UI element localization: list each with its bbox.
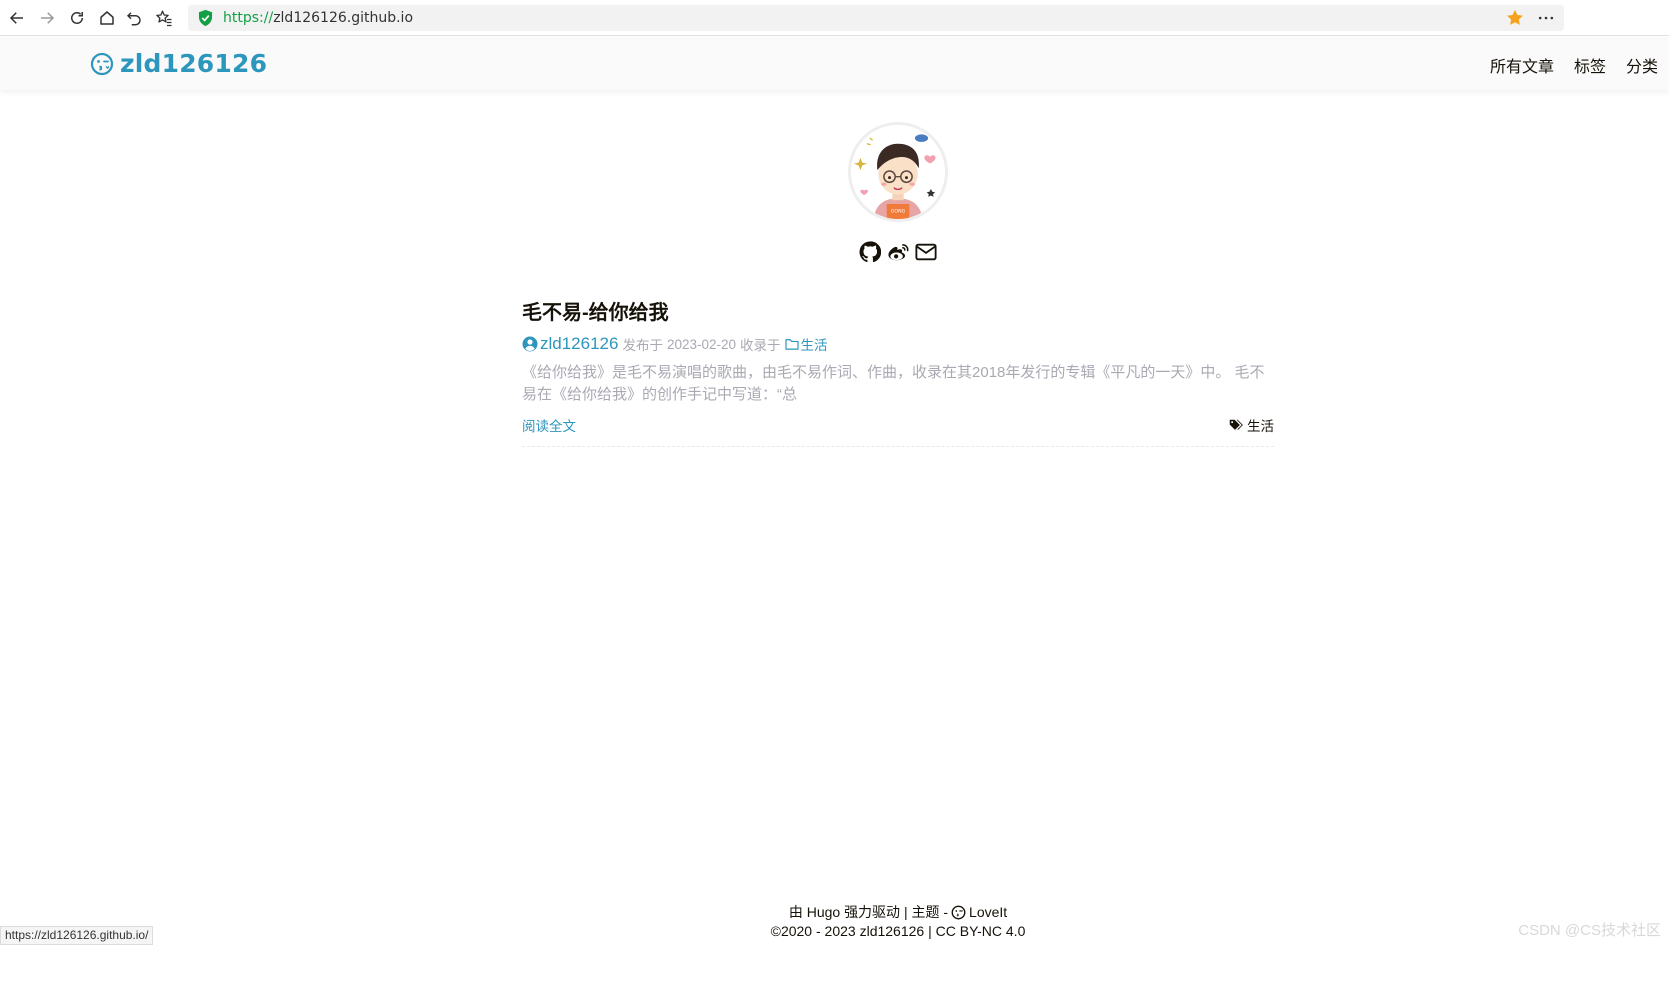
- post-footer: 阅读全文 生活: [522, 414, 1274, 436]
- published-label: 发布于: [622, 338, 663, 353]
- post-divider: [522, 446, 1274, 447]
- favorites-button[interactable]: [152, 6, 176, 30]
- watermark: CSDN @CS技术社区: [1518, 922, 1661, 939]
- site-logo[interactable]: zld126126: [90, 49, 267, 78]
- tags-icon: [1229, 419, 1243, 430]
- site-title: zld126126: [120, 49, 268, 78]
- reload-button[interactable]: [65, 6, 89, 30]
- weibo-icon: [887, 243, 908, 260]
- post-tag-label: 生活: [1247, 419, 1274, 434]
- status-bar-url: https://zld126126.github.io/: [0, 926, 154, 945]
- email-link[interactable]: [914, 240, 938, 264]
- address-bar[interactable]: https://zld126126.github.io: [188, 5, 1564, 31]
- kiss-wink-icon: [951, 905, 966, 920]
- copyright-years: 2020 - 2023: [780, 923, 856, 939]
- post-tag-link[interactable]: 生活: [1229, 415, 1274, 435]
- avatar[interactable]: GONG: [848, 122, 948, 222]
- site-header: zld126126 所有文章 标签 分类: [0, 37, 1669, 90]
- post-excerpt: 《给你给我》是毛不易演唱的歌曲，由毛不易作词、作曲，收录在其2018年发行的专辑…: [522, 364, 1265, 403]
- more-icon: [1538, 16, 1554, 20]
- category-name: 生活: [800, 338, 828, 353]
- footer-powered-prefix: 由: [788, 904, 803, 920]
- kiss-wink-icon: [90, 52, 114, 75]
- menu-more-button[interactable]: [1535, 6, 1557, 30]
- url-scheme: https://: [223, 10, 274, 26]
- back-button[interactable]: [5, 6, 29, 30]
- footer-powered-suffix: 强力驱动 | 主题 -: [844, 904, 949, 920]
- url-text[interactable]: https://zld126126.github.io: [223, 9, 413, 27]
- license-link[interactable]: CC BY-NC 4.0: [936, 922, 1026, 941]
- svg-text:GONG: GONG: [891, 208, 906, 214]
- menu-item-tags[interactable]: 标签: [1574, 53, 1606, 77]
- user-circle-icon: [522, 336, 538, 352]
- favorites-icon: [156, 10, 172, 27]
- post-meta: zld126126 发布于 2023-02-20 收录于 生活: [522, 334, 1274, 354]
- arrow-right-icon: [41, 12, 55, 24]
- email-icon: [915, 243, 937, 261]
- copyright-icon: ©: [770, 923, 781, 939]
- read-more-link[interactable]: 阅读全文: [522, 415, 576, 435]
- star-icon: [1507, 9, 1523, 25]
- arrow-left-icon: [9, 12, 23, 24]
- avatar-cartoon-image: GONG: [851, 125, 945, 219]
- post-date: 2023-02-20: [666, 336, 737, 352]
- url-host: zld126126.github.io: [273, 10, 414, 26]
- github-icon: [859, 241, 881, 263]
- site-footer: 由 Hugo 强力驱动 | 主题 - LoveIt © 2020 - 2023 z…: [0, 903, 1669, 941]
- author-name: zld126126: [540, 334, 619, 353]
- post-title[interactable]: 毛不易-给你给我: [522, 300, 1274, 326]
- browser-toolbar: https://zld126126.github.io: [0, 0, 1669, 36]
- hugo-link[interactable]: Hugo: [807, 903, 840, 922]
- post-summary: 毛不易-给你给我 zld126126 发布于 2023-02-20 收录于 生活…: [522, 300, 1274, 447]
- footer-license-separator: |: [928, 923, 932, 939]
- footer-powered-row: 由 Hugo 强力驱动 | 主题 - LoveIt: [0, 903, 1669, 922]
- category-link[interactable]: 生活: [784, 334, 828, 354]
- menu-item-posts[interactable]: 所有文章: [1490, 53, 1554, 77]
- undo-button[interactable]: [122, 6, 146, 30]
- main-menu: 所有文章 标签 分类: [1470, 53, 1658, 77]
- folder-icon: [784, 339, 799, 350]
- category-label: 收录于: [740, 338, 781, 353]
- forward-button[interactable]: [35, 6, 59, 30]
- secure-shield-icon: [198, 9, 213, 27]
- footer-owner-link[interactable]: zld126126: [860, 922, 925, 941]
- github-link[interactable]: [858, 240, 882, 264]
- social-links: [858, 240, 942, 264]
- reload-icon: [71, 12, 83, 24]
- weibo-link[interactable]: [886, 240, 910, 264]
- home-button[interactable]: [95, 6, 119, 30]
- undo-icon: [126, 12, 141, 26]
- theme-link[interactable]: LoveIt: [948, 903, 1007, 922]
- bookmark-star-button[interactable]: [1506, 9, 1524, 27]
- footer-copyright-row: © 2020 - 2023 zld126126 | CC BY-NC 4.0: [0, 922, 1669, 941]
- home-icon: [100, 11, 114, 25]
- author-link[interactable]: zld126126: [522, 334, 618, 354]
- menu-item-categories[interactable]: 分类: [1626, 53, 1658, 77]
- theme-name: LoveIt: [969, 904, 1008, 920]
